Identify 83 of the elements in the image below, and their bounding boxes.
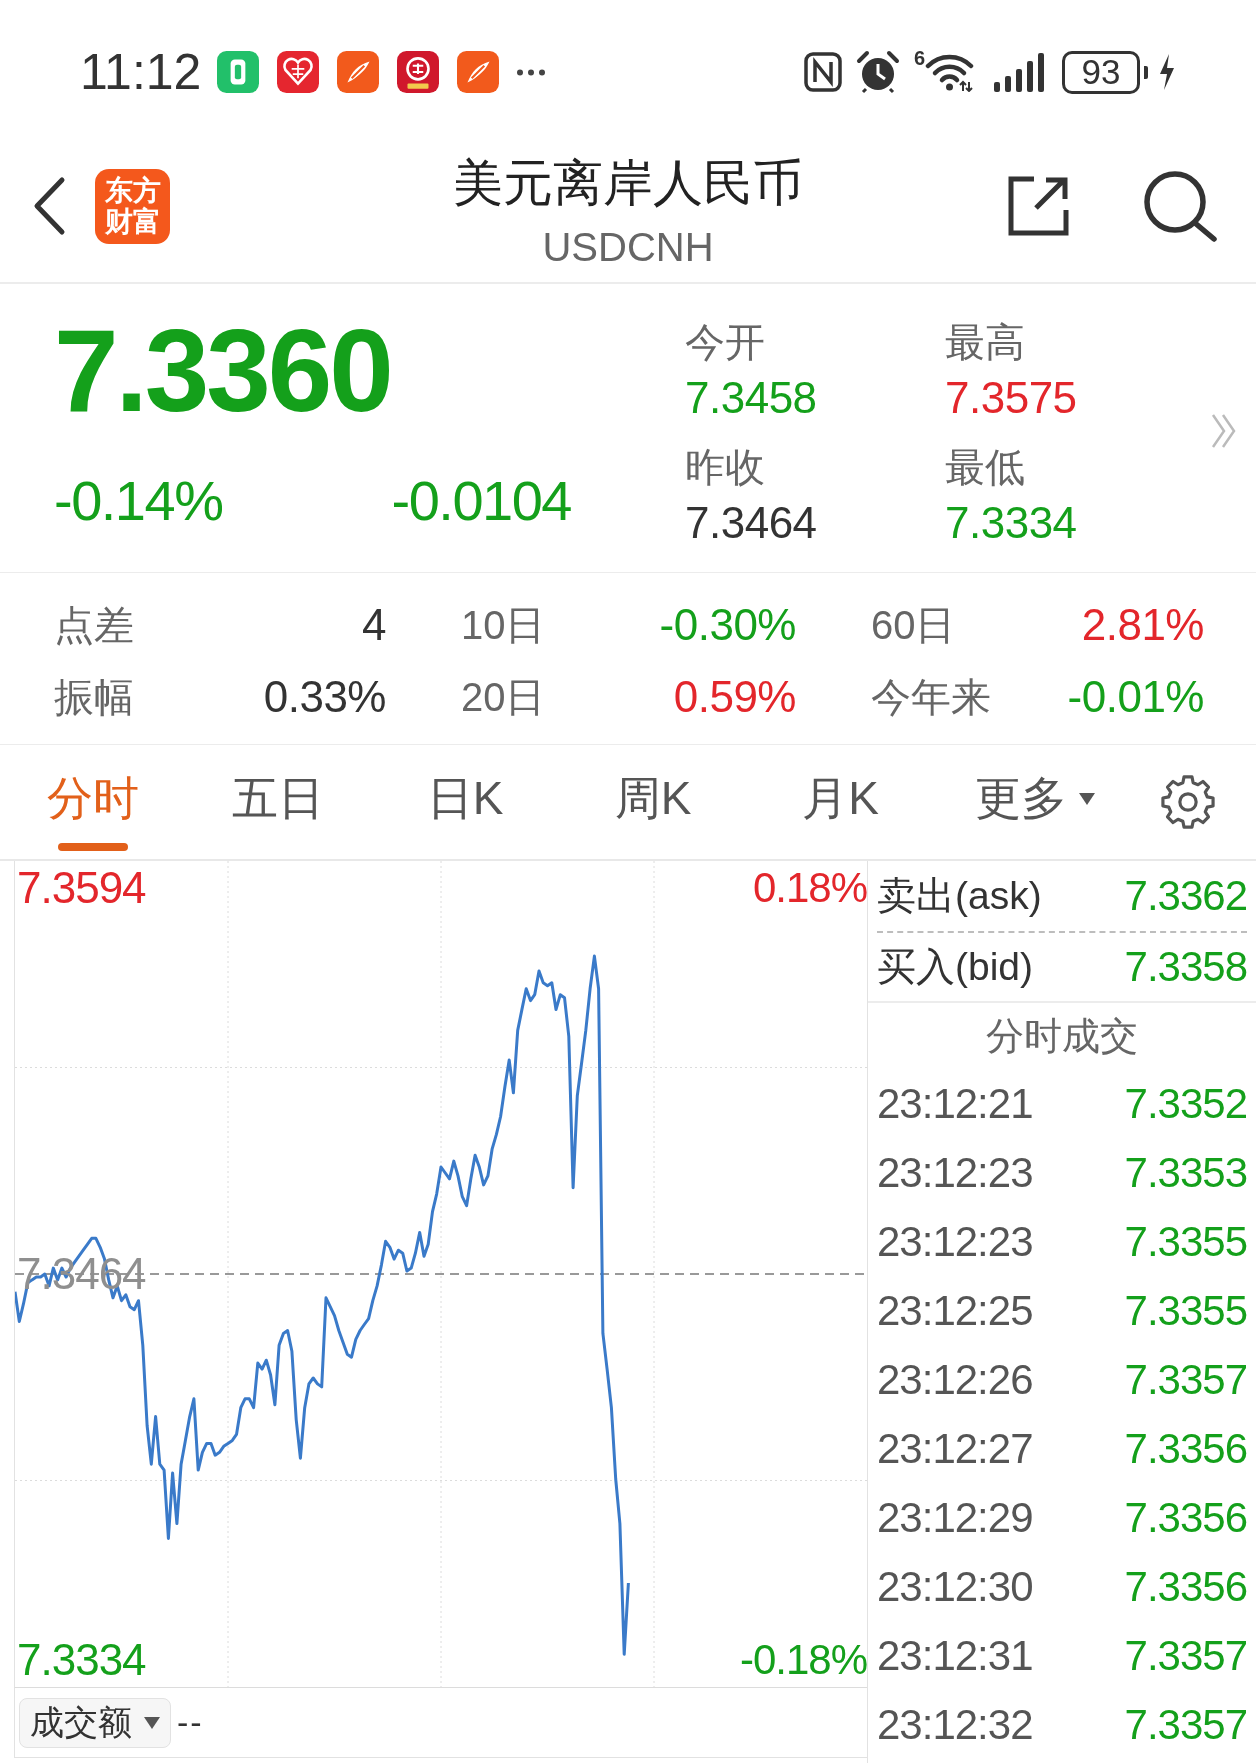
trade-price: 7.3357 [1124,1700,1247,1749]
trade-price: 7.3357 [1124,1355,1247,1404]
signal-bars-icon [994,52,1046,92]
tab[interactable]: 周K [560,745,746,859]
symbol-code: USDCNH [542,224,714,271]
trade-time: 23:12:27 [877,1424,1033,1473]
heart-app-icon [277,51,320,93]
percent-axis-label: -0.18% [739,1635,867,1685]
trade-price: 7.3355 [1124,1286,1247,1335]
change-amount: -0.0104 [391,471,571,531]
last-price: 7.3360 [54,313,391,429]
trade-time: 23:12:30 [877,1562,1033,1611]
tab[interactable]: 分时 [0,745,185,859]
back-icon[interactable] [32,176,66,236]
field-label: 最高 [945,319,1025,366]
tab[interactable]: 日K [370,745,560,859]
volume-value: -- [177,1703,204,1742]
trade-time: 23:12:21 [877,1079,1033,1128]
more-dots-icon [517,68,546,76]
stat-label: 60日 [871,601,956,649]
caret-icon [144,1716,160,1729]
charging-bolt-icon [1158,54,1176,90]
tab[interactable]: 月K [746,745,935,859]
nfc-icon [803,52,842,92]
wifi-icon [925,52,974,92]
trade-price: 7.3357 [1124,1631,1247,1680]
capsule-app-icon [217,51,260,93]
trade-time: 23:12:23 [877,1217,1033,1266]
price-axis-label: 7.3594 [17,862,146,913]
feather-app-icon [457,51,500,93]
trade-time: 23:12:31 [877,1631,1033,1680]
field-value: 7.3575 [945,372,1077,424]
percent-axis-label: 0.18% [752,863,867,913]
trade-price: 7.3352 [1124,1079,1247,1128]
stat-label: 点差 [54,601,134,649]
stat-label: 今年来 [871,673,991,721]
trades-heading: 分时成交 [986,1015,1138,1057]
app-logo: 东方 财富 [95,168,170,244]
price-axis-label: 7.3334 [17,1635,146,1686]
trade-price: 7.3353 [1124,1148,1247,1197]
stat-label: 振幅 [54,673,134,721]
stat-value: -0.30% [659,600,796,650]
wifi-generation-label: 6 [913,48,925,68]
stat-label: 20日 [461,673,546,721]
field-value: 7.3334 [945,497,1077,549]
stat-label: 10日 [461,601,546,649]
trade-time: 23:12:23 [877,1148,1033,1197]
tab[interactable]: 五日 [185,745,370,859]
trade-price: 7.3356 [1124,1562,1247,1611]
trade-time: 23:12:26 [877,1355,1033,1404]
field-label: 昨收 [685,444,765,491]
field-label: 今开 [685,319,765,366]
change-percent: -0.14% [54,471,223,531]
bid-label: 买入(bid) [877,944,1034,990]
trade-price: 7.3356 [1124,1424,1247,1473]
battery-indicator: 93 [1062,50,1148,94]
field-value: 7.3458 [685,372,817,424]
dropdown-tab[interactable]: 更多 [935,745,1135,859]
trade-time: 23:12:32 [877,1700,1033,1749]
share-icon[interactable] [1006,174,1071,238]
stat-value: 4 [362,600,386,650]
stat-value: 0.33% [263,672,386,722]
settings-icon[interactable] [1158,773,1217,831]
ask-price: 7.3362 [1124,872,1247,920]
stat-value: 2.81% [1081,600,1204,650]
trade-time: 23:12:29 [877,1493,1033,1542]
bid-price: 7.3358 [1124,943,1247,991]
caret-icon [1079,793,1095,805]
ask-label: 卖出(ask) [877,873,1042,919]
alarm-clock-icon [855,50,900,94]
volume-selector[interactable]: 成交额 [19,1697,171,1748]
page-title: 美元离岸人民币 [453,154,803,213]
trade-price: 7.3355 [1124,1217,1247,1266]
clock-time: 11:12 [80,47,202,97]
stat-value: -0.01% [1067,672,1204,722]
field-label: 最低 [945,444,1025,491]
stat-value: 0.59% [673,672,796,722]
feather-app-icon [337,51,380,93]
search-icon[interactable] [1142,170,1218,242]
field-value: 7.3464 [685,497,817,549]
emblem-app-icon [397,51,440,93]
trade-time: 23:12:25 [877,1286,1033,1335]
trade-price: 7.3356 [1124,1493,1247,1542]
